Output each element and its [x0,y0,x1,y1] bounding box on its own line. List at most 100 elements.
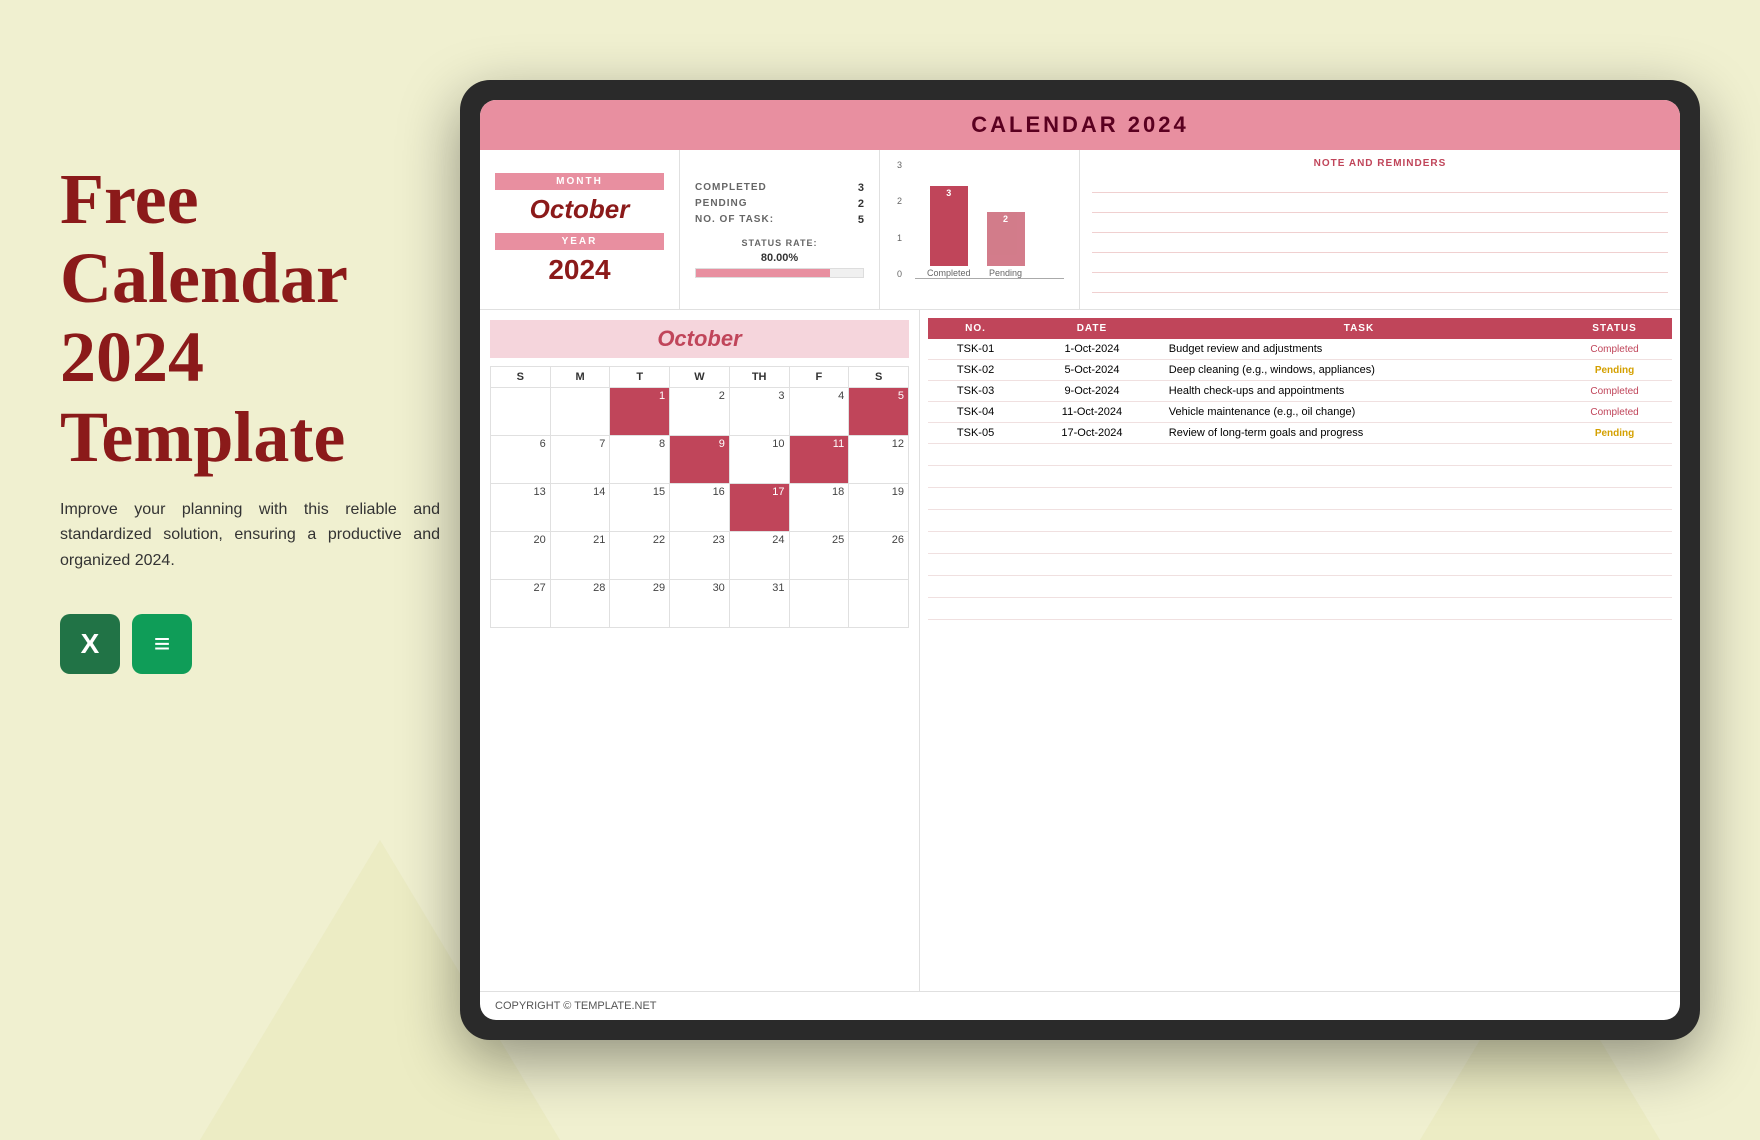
notask-value: 5 [858,214,864,226]
cal-day-1-3: 9 [670,436,730,484]
task-status: Completed [1557,402,1672,423]
th-no: NO. [928,318,1023,339]
year-value: 2024 [548,254,610,286]
cal-day-3-6: 26 [849,532,909,580]
task-date: 11-Oct-2024 [1023,402,1161,423]
cal-day-2-6: 19 [849,484,909,532]
cal-day-0-5: 4 [789,388,849,436]
cal-day-2-1: 14 [550,484,610,532]
bar-chart-panel: 3 2 1 0 3 Completed [880,150,1080,309]
weekday-mon: M [550,367,610,388]
excel-icon[interactable]: X [60,614,120,674]
cal-day-3-2: 22 [610,532,670,580]
cal-day-1-5: 11 [789,436,849,484]
task-date: 1-Oct-2024 [1023,339,1161,360]
note-line-1 [1092,175,1668,193]
calendar-section: October S M T W TH F S 1 [480,310,920,991]
task-no: TSK-04 [928,402,1023,423]
cal-day-0-2: 1 [610,388,670,436]
cal-day-2-4: 17 [729,484,789,532]
completed-value: 3 [858,182,864,194]
cal-day-4-3: 30 [670,580,730,628]
cal-day-0-0 [491,388,551,436]
task-name: Review of long-term goals and progress [1161,423,1557,444]
cal-day-0-4: 3 [729,388,789,436]
th-status: STATUS [1557,318,1672,339]
note-line-3 [1092,215,1668,233]
completed-label: COMPLETED [695,182,767,193]
bar-completed: 3 Completed [927,186,971,278]
table-row: TSK-011-Oct-2024Budget review and adjust… [928,339,1672,360]
calendar-month-header: October [490,320,909,358]
cal-day-0-6: 5 [849,388,909,436]
status-rate-section: STATUS RATE: 80.00% [695,238,864,278]
table-row: TSK-039-Oct-2024Health check-ups and app… [928,381,1672,402]
month-year-panel: MONTH October YEAR 2024 [480,150,680,309]
empty-task-row [928,576,1672,598]
notask-label: NO. OF TASK: [695,214,774,225]
notes-title: NOTE AND REMINDERS [1092,158,1668,169]
cal-day-3-1: 21 [550,532,610,580]
task-date: 5-Oct-2024 [1023,360,1161,381]
main-title: Free Calendar 2024 Template [60,160,440,477]
footer-text: COPYRIGHT © TEMPLATE.NET [495,1000,657,1012]
cal-day-3-3: 23 [670,532,730,580]
table-row: TSK-0517-Oct-2024Review of long-term goa… [928,423,1672,444]
tablet-screen: CALENDAR 2024 MONTH October YEAR 2024 CO… [480,100,1680,1020]
calendar-header: CALENDAR 2024 [480,100,1680,150]
cal-day-0-1 [550,388,610,436]
th-date: DATE [1023,318,1161,339]
stats-row: MONTH October YEAR 2024 COMPLETED 3 PEND… [480,150,1680,310]
task-table: NO. DATE TASK STATUS TSK-011-Oct-2024Bud… [928,318,1672,620]
table-row: TSK-0411-Oct-2024Vehicle maintenance (e.… [928,402,1672,423]
task-date: 9-Oct-2024 [1023,381,1161,402]
cal-day-4-4: 31 [729,580,789,628]
cal-day-1-4: 10 [729,436,789,484]
weekday-tue: T [610,367,670,388]
pending-value: 2 [858,198,864,210]
task-no: TSK-01 [928,339,1023,360]
task-status: Pending [1557,423,1672,444]
cal-day-4-5 [789,580,849,628]
cal-day-4-0: 27 [491,580,551,628]
task-status: Pending [1557,360,1672,381]
cal-day-4-1: 28 [550,580,610,628]
empty-task-row [928,488,1672,510]
sheets-icon[interactable]: ≡ [132,614,192,674]
empty-task-row [928,598,1672,620]
cal-day-1-0: 6 [491,436,551,484]
note-line-2 [1092,195,1668,213]
progress-fill [696,269,830,277]
task-section: NO. DATE TASK STATUS TSK-011-Oct-2024Bud… [920,310,1680,991]
empty-task-row [928,554,1672,576]
cal-day-0-3: 2 [670,388,730,436]
stats-numbers: COMPLETED 3 PENDING 2 NO. OF TASK: 5 STA… [680,150,880,309]
note-line-4 [1092,235,1668,253]
task-no: TSK-03 [928,381,1023,402]
cal-day-1-2: 8 [610,436,670,484]
th-task: TASK [1161,318,1557,339]
empty-task-row [928,510,1672,532]
task-date: 17-Oct-2024 [1023,423,1161,444]
cal-day-1-6: 12 [849,436,909,484]
month-value: October [530,194,630,225]
stat-pending-row: PENDING 2 [695,198,864,210]
stat-completed-row: COMPLETED 3 [695,182,864,194]
description-text: Improve your planning with this reliable… [60,497,440,574]
table-row: TSK-025-Oct-2024Deep cleaning (e.g., win… [928,360,1672,381]
empty-task-row [928,532,1672,554]
cal-day-2-0: 13 [491,484,551,532]
calendar-grid: S M T W TH F S 1234567891011121314151617… [490,366,909,628]
cal-day-2-5: 18 [789,484,849,532]
task-no: TSK-05 [928,423,1023,444]
empty-task-row [928,444,1672,466]
status-rate-value: 80.00% [695,252,864,264]
left-panel: Free Calendar 2024 Template Improve your… [60,160,440,674]
weekday-sun: S [491,367,551,388]
task-status: Completed [1557,339,1672,360]
task-name: Deep cleaning (e.g., windows, appliances… [1161,360,1557,381]
cal-day-3-0: 20 [491,532,551,580]
weekday-fri: F [789,367,849,388]
weekday-thu: TH [729,367,789,388]
note-line-6 [1092,275,1668,293]
